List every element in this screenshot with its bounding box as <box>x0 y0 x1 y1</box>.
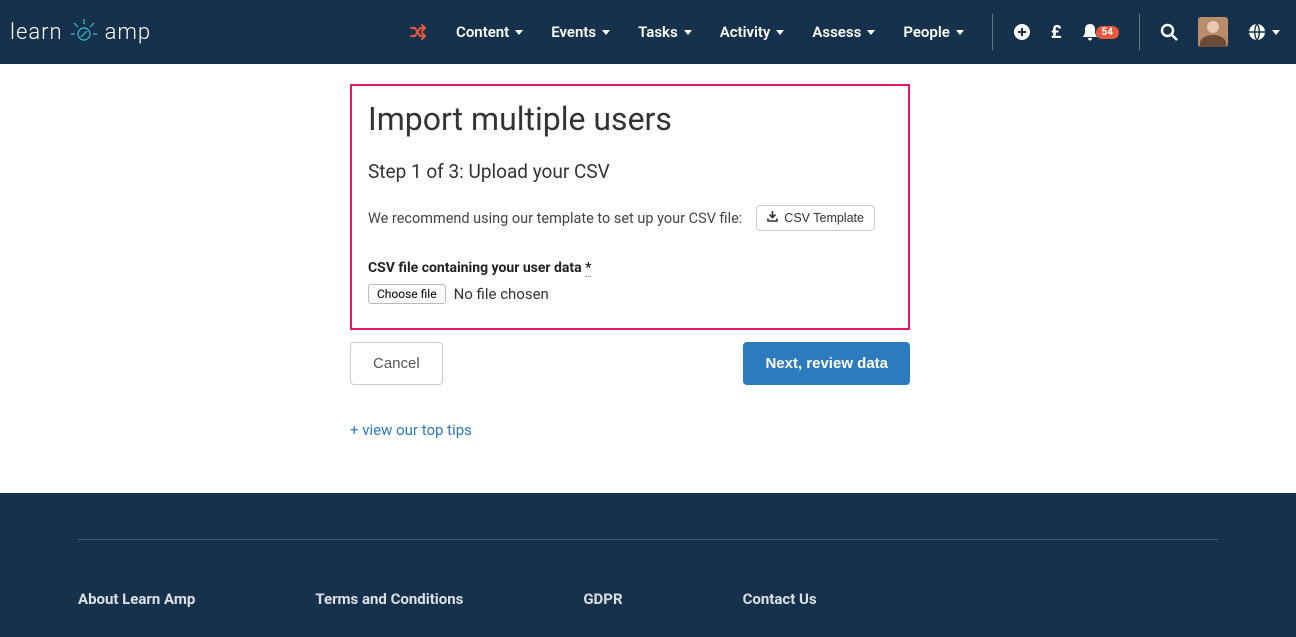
nav-label: People <box>903 23 950 41</box>
nav-label: Events <box>551 23 596 41</box>
brand-text-1: learn <box>10 20 63 45</box>
nav-label: Content <box>456 23 509 41</box>
import-panel: Import multiple users Step 1 of 3: Uploa… <box>350 84 910 330</box>
top-navbar: learn amp Content <box>0 0 1296 64</box>
nav-label: Tasks <box>638 23 678 41</box>
nav-right: £ 54 <box>992 14 1280 50</box>
download-icon <box>767 211 778 225</box>
required-indicator: * <box>585 260 591 277</box>
main-nav: Content Events Tasks Activity Assess Peo… <box>410 23 964 41</box>
caret-down-icon <box>867 30 875 35</box>
caret-down-icon <box>684 30 692 35</box>
divider <box>992 14 993 50</box>
nav-events[interactable]: Events <box>551 23 610 41</box>
caret-down-icon <box>1272 30 1280 35</box>
brand-logo[interactable]: learn amp <box>10 17 151 47</box>
nav-assess[interactable]: Assess <box>812 23 875 41</box>
footer-divider <box>78 539 1218 540</box>
view-tips-link[interactable]: + view our top tips <box>350 421 910 439</box>
csv-template-button[interactable]: CSV Template <box>756 205 875 231</box>
recommend-text: We recommend using our template to set u… <box>368 210 742 227</box>
action-row: Cancel Next, review data <box>350 342 910 385</box>
lightbulb-icon <box>69 17 99 47</box>
caret-down-icon <box>956 30 964 35</box>
page-title: Import multiple users <box>368 100 892 138</box>
caret-down-icon <box>602 30 610 35</box>
footer-gdpr[interactable]: GDPR <box>583 590 622 608</box>
choose-file-button[interactable]: Choose file <box>368 284 446 304</box>
nav-tasks[interactable]: Tasks <box>638 23 692 41</box>
notification-badge: 54 <box>1096 26 1119 39</box>
footer: About Learn Amp Terms and Conditions GDP… <box>0 493 1296 637</box>
search-icon[interactable] <box>1160 23 1178 41</box>
nav-label: Activity <box>720 23 771 41</box>
currency-icon[interactable]: £ <box>1051 22 1062 43</box>
caret-down-icon <box>776 30 784 35</box>
caret-down-icon <box>515 30 523 35</box>
nav-activity[interactable]: Activity <box>720 23 785 41</box>
add-icon[interactable] <box>1013 23 1031 41</box>
button-label: CSV Template <box>784 211 864 225</box>
nav-content[interactable]: Content <box>456 23 523 41</box>
footer-contact[interactable]: Contact Us <box>743 590 817 608</box>
globe-icon[interactable] <box>1248 23 1280 41</box>
file-field-label: CSV file containing your user data * <box>368 260 591 277</box>
file-status-text: No file chosen <box>454 285 549 303</box>
nav-people[interactable]: People <box>903 23 964 41</box>
main-content: Import multiple users Step 1 of 3: Uploa… <box>350 84 910 439</box>
divider <box>1139 14 1140 50</box>
footer-terms[interactable]: Terms and Conditions <box>315 590 463 608</box>
step-heading: Step 1 of 3: Upload your CSV <box>368 160 892 183</box>
avatar[interactable] <box>1198 17 1228 47</box>
nav-label: Assess <box>812 23 861 41</box>
brand-text-2: amp <box>105 20 152 45</box>
cancel-button[interactable]: Cancel <box>350 342 443 385</box>
next-button[interactable]: Next, review data <box>743 342 910 385</box>
footer-about[interactable]: About Learn Amp <box>78 590 195 608</box>
notifications-icon[interactable]: 54 <box>1082 23 1119 41</box>
shuffle-icon[interactable] <box>410 24 428 40</box>
